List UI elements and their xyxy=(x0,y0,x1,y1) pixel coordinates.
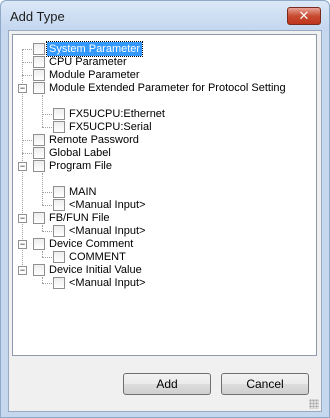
add-type-dialog: Add Type ✕ − − − − − System Parameter CP… xyxy=(0,0,330,418)
tree-item-cpu-parameter[interactable]: CPU Parameter xyxy=(33,55,129,69)
title-bar[interactable]: Add Type ✕ xyxy=(1,1,329,31)
tree-item-label: Module Extended Parameter for Protocol S… xyxy=(49,82,286,94)
tree-item-global-label[interactable]: Global Label xyxy=(33,146,113,160)
tree-item-label: <Manual Input> xyxy=(69,225,146,237)
tree-item-label: Device Comment xyxy=(49,238,134,250)
checkbox[interactable] xyxy=(33,264,45,276)
tree-item-fx5ucpu-ethernet[interactable]: FX5UCPU:Ethernet xyxy=(53,107,167,121)
checkbox[interactable] xyxy=(53,186,65,198)
checkbox[interactable] xyxy=(33,69,45,81)
tree-item-label: System Parameter xyxy=(45,41,144,57)
checkbox[interactable] xyxy=(53,121,65,133)
tree-item-label: FX5UCPU:Ethernet xyxy=(69,108,165,120)
tree-item-label: <Manual Input> xyxy=(69,199,146,211)
checkbox[interactable] xyxy=(53,225,65,237)
tree-item-module-extended-parameter[interactable]: Module Extended Parameter for Protocol S… xyxy=(33,81,288,95)
add-button[interactable]: Add xyxy=(123,373,211,395)
checkbox[interactable] xyxy=(53,108,65,120)
tree-item-label: Remote Password xyxy=(49,134,139,146)
checkbox[interactable] xyxy=(53,199,65,211)
type-tree[interactable]: − − − − − System Parameter CPU Parameter… xyxy=(12,34,317,356)
tree-item-label: Program File xyxy=(49,160,112,172)
collapse-toggle-device-initial-value[interactable]: − xyxy=(18,266,27,275)
tree-item-label: CPU Parameter xyxy=(49,56,127,68)
tree-item-label: FX5UCPU:Serial xyxy=(69,121,152,133)
tree-item-remote-password[interactable]: Remote Password xyxy=(33,133,141,147)
tree-item-label: FB/FUN File xyxy=(49,212,110,224)
checkbox[interactable] xyxy=(33,43,45,55)
checkbox[interactable] xyxy=(33,82,45,94)
checkbox[interactable] xyxy=(53,251,65,263)
tree-item-device-comment[interactable]: Device Comment xyxy=(33,237,135,251)
tree-item-program-file[interactable]: Program File xyxy=(33,159,114,173)
collapse-toggle-device-comment[interactable]: − xyxy=(18,240,27,249)
collapse-toggle-fb-fun-file[interactable]: − xyxy=(18,214,27,223)
tree-item-device-initial-value[interactable]: Device Initial Value xyxy=(33,263,144,277)
tree-item-main[interactable]: MAIN xyxy=(53,185,99,199)
dialog-title: Add Type xyxy=(10,9,65,24)
dialog-body: − − − − − System Parameter CPU Parameter… xyxy=(8,30,322,412)
tree-line xyxy=(42,173,43,205)
checkbox[interactable] xyxy=(53,277,65,289)
checkbox[interactable] xyxy=(33,160,45,172)
resize-grip[interactable] xyxy=(309,399,319,409)
tree-item-fx5ucpu-serial[interactable]: FX5UCPU:Serial xyxy=(53,120,154,134)
tree-item-system-parameter[interactable]: System Parameter xyxy=(33,41,144,57)
tree-item-comment[interactable]: COMMENT xyxy=(53,250,128,264)
close-icon: ✕ xyxy=(298,8,310,23)
tree-line xyxy=(42,95,43,127)
tree-item-label: <Manual Input> xyxy=(69,277,146,289)
checkbox[interactable] xyxy=(33,212,45,224)
tree-item-label: Module Parameter xyxy=(49,69,140,81)
tree-item-label: Global Label xyxy=(49,147,111,159)
tree-item-label: COMMENT xyxy=(69,251,126,263)
checkbox[interactable] xyxy=(33,238,45,250)
collapse-toggle-program-file[interactable]: − xyxy=(18,162,27,171)
checkbox[interactable] xyxy=(33,134,45,146)
tree-item-program-manual-input[interactable]: <Manual Input> xyxy=(53,198,147,212)
tree-item-initial-manual-input[interactable]: <Manual Input> xyxy=(53,276,147,290)
close-button[interactable]: ✕ xyxy=(287,7,321,25)
checkbox[interactable] xyxy=(33,147,45,159)
tree-item-label: MAIN xyxy=(69,186,97,198)
checkbox[interactable] xyxy=(33,56,45,68)
tree-item-module-parameter[interactable]: Module Parameter xyxy=(33,68,142,82)
cancel-button[interactable]: Cancel xyxy=(221,373,309,395)
tree-item-fbfun-manual-input[interactable]: <Manual Input> xyxy=(53,224,147,238)
collapse-toggle-module-extended[interactable]: − xyxy=(18,84,27,93)
tree-item-label: Device Initial Value xyxy=(49,264,142,276)
tree-item-fb-fun-file[interactable]: FB/FUN File xyxy=(33,211,112,225)
